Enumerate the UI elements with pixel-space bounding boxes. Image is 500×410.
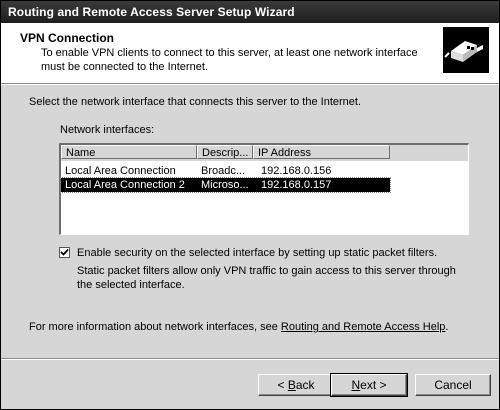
- header-divider: [1, 83, 499, 85]
- cancel-button[interactable]: Cancel: [415, 374, 491, 396]
- more-info-suffix: .: [445, 321, 449, 333]
- next-button[interactable]: Next >: [330, 373, 408, 397]
- checkmark-icon: [60, 248, 69, 256]
- interface-name: Local Area Connection 2: [65, 179, 185, 191]
- title-bar[interactable]: Routing and Remote Access Server Setup W…: [1, 1, 499, 23]
- network-plug-icon: [443, 27, 489, 73]
- page-title: VPN Connection: [20, 31, 115, 45]
- list-header: Name Descrip... IP Address: [61, 145, 468, 161]
- network-interfaces-list[interactable]: Name Descrip... IP Address Local Area Co…: [59, 143, 469, 235]
- more-info-text: For more information about network inter…: [29, 321, 448, 333]
- interface-prompt: Select the network interface that connec…: [29, 96, 362, 108]
- table-row[interactable]: Local Area Connection Broadc... 192.168.…: [61, 164, 390, 178]
- column-header-ip-address[interactable]: IP Address: [253, 145, 390, 159]
- column-header-description[interactable]: Descrip...: [197, 145, 253, 159]
- wizard-header: VPN Connection To enable VPN clients to …: [1, 23, 499, 83]
- network-interfaces-label: Network interfaces:: [60, 124, 155, 136]
- interface-ip: 192.168.0.156: [261, 165, 332, 177]
- back-rest: ack: [295, 378, 315, 392]
- rras-help-link[interactable]: Routing and Remote Access Help: [281, 321, 445, 333]
- static-filters-note: Static packet filters allow only VPN tra…: [77, 265, 456, 291]
- back-prefix: <: [277, 378, 288, 392]
- interface-name: Local Area Connection: [65, 165, 176, 177]
- interface-description: Broadc...: [201, 165, 246, 177]
- column-header-name[interactable]: Name: [61, 145, 197, 159]
- security-checkbox-label[interactable]: Enable security on the selected interfac…: [77, 247, 437, 259]
- next-accelerator: N: [351, 378, 361, 392]
- back-button[interactable]: < Back: [258, 374, 334, 396]
- wizard-window: Routing and Remote Access Server Setup W…: [0, 0, 500, 410]
- footer-divider: [1, 358, 499, 360]
- page-description: To enable VPN clients to connect to this…: [41, 47, 418, 73]
- window-title: Routing and Remote Access Server Setup W…: [8, 5, 295, 19]
- security-checkbox[interactable]: [59, 247, 70, 258]
- back-accelerator: B: [287, 378, 296, 392]
- interface-description: Microso...: [201, 179, 249, 191]
- table-row-selected[interactable]: Local Area Connection 2 Microso... 192.1…: [60, 177, 391, 193]
- more-info-prefix: For more information about network inter…: [29, 321, 281, 333]
- interface-ip: 192.168.0.157: [261, 179, 332, 191]
- next-rest: ext >: [360, 378, 387, 392]
